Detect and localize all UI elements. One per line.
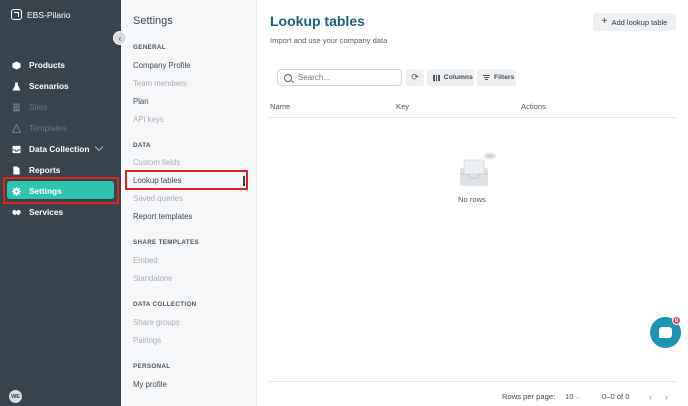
filters-label: Filters (494, 74, 515, 81)
filter-icon (483, 74, 490, 81)
settings-item-custom-fields[interactable]: Custom fields (133, 158, 180, 167)
chat-bubble-icon (659, 327, 672, 338)
filters-button[interactable]: Filters (477, 69, 516, 86)
columns-label: Columns (443, 74, 473, 81)
settings-item-report-templates[interactable]: Report templates (133, 212, 192, 221)
settings-item-company-profile[interactable]: Company Profile (133, 61, 191, 70)
settings-title: Settings (133, 15, 173, 27)
settings-item-embed[interactable]: Embed (133, 256, 158, 265)
settings-item-share-groups[interactable]: Share groups (133, 318, 180, 327)
sidebar-item-products[interactable]: Products (12, 58, 65, 72)
sidebar-item-scenarios[interactable]: Scenarios (12, 79, 69, 93)
plus-icon: + (601, 16, 608, 27)
next-page-button[interactable]: › (665, 392, 668, 402)
section-share-templates: SHARE TEMPLATES (133, 239, 199, 246)
search-box[interactable] (277, 69, 402, 86)
search-icon (284, 73, 292, 82)
active-item-indicator (243, 176, 245, 186)
sidebar-item-data-collection[interactable]: Data Collection (12, 142, 104, 156)
rows-per-page-value: 10 (565, 392, 574, 401)
settings-item-team-members[interactable]: Team members (133, 79, 187, 88)
avatar[interactable]: WE (9, 390, 22, 403)
section-general: GENERAL (133, 44, 166, 51)
sidebar-item-label: Data Collection (29, 144, 90, 154)
search-input[interactable] (298, 73, 393, 82)
column-header-name[interactable]: Name (270, 102, 290, 111)
sidebar-item-templates[interactable]: Templates (12, 121, 67, 135)
settings-item-my-profile[interactable]: My profile (133, 380, 167, 389)
settings-item-api-keys[interactable]: API keys (133, 115, 164, 124)
rows-per-page-label: Rows per page: (502, 392, 556, 401)
page-title: Lookup tables (270, 13, 365, 29)
table-header: Name Key Actions (269, 98, 676, 118)
settings-item-plan[interactable]: Plan (133, 97, 149, 106)
collapse-sidebar-button[interactable]: ‹ (113, 31, 127, 45)
document-icon (13, 165, 20, 175)
sidebar-item-sites[interactable]: Sites (12, 100, 47, 114)
brand-logo-icon (11, 9, 22, 20)
sidebar-item-label: Products (29, 60, 65, 70)
sidebar-item-label: Scenarios (29, 81, 69, 91)
lookup-tables-highlight-box (125, 170, 248, 190)
sidebar-item-label: Sites (29, 102, 48, 112)
settings-highlight-box (3, 177, 119, 204)
chevron-left-icon: ‹ (118, 33, 122, 43)
chevron-down-icon: ⌵ (575, 395, 581, 401)
inbox-icon (12, 145, 21, 153)
add-lookup-table-button[interactable]: + Add lookup table (593, 13, 676, 31)
section-personal: PERSONAL (133, 363, 171, 370)
column-header-key[interactable]: Key (396, 102, 409, 111)
flask-icon (12, 81, 21, 91)
settings-item-standalone[interactable]: Standalone (133, 274, 172, 283)
sidebar-item-reports[interactable]: Reports (12, 163, 60, 177)
pagination-range: 0–0 of 0 (602, 392, 630, 401)
section-data: DATA (133, 142, 151, 149)
template-icon (12, 123, 21, 133)
refresh-icon: ⟳ (411, 72, 419, 82)
sidebar-item-label: Reports (29, 165, 61, 175)
column-header-actions: Actions (521, 102, 546, 111)
chat-launcher-button[interactable]: 0 (650, 316, 681, 348)
sidebar-item-label: Templates (29, 123, 67, 133)
sidebar-item-services[interactable]: Services (12, 205, 63, 219)
settings-item-saved-queries[interactable]: Saved queries (133, 194, 183, 203)
table-footer: Rows per page: 10 ⌵ 0–0 of 0 ‹ › (269, 381, 676, 406)
columns-button[interactable]: Columns (427, 69, 474, 86)
previous-page-button[interactable]: ‹ (649, 392, 652, 402)
rows-per-page-select[interactable]: 10 ⌵ (565, 392, 580, 402)
settings-panel: Settings GENERAL Company Profile Team me… (121, 0, 257, 406)
brand-name: EBS-Pilario (27, 9, 71, 20)
page-subtitle: Import and use your company data (270, 36, 388, 45)
brand[interactable]: EBS-Pilario (11, 9, 70, 20)
building-icon (13, 102, 20, 112)
empty-state-text: No rows (458, 195, 486, 204)
cube-icon (12, 60, 21, 70)
chevron-down-icon[interactable] (94, 142, 104, 152)
columns-icon (433, 74, 440, 81)
refresh-button[interactable]: ⟳ (406, 69, 424, 86)
settings-item-pairings[interactable]: Pairings (133, 336, 161, 345)
add-lookup-table-label: Add lookup table (611, 17, 668, 27)
chat-badge: 0 (672, 316, 681, 325)
empty-inbox-icon (460, 152, 496, 186)
section-data-collection: DATA COLLECTION (133, 301, 197, 308)
handshake-icon (12, 209, 21, 215)
sidebar-item-label: Services (29, 207, 64, 217)
